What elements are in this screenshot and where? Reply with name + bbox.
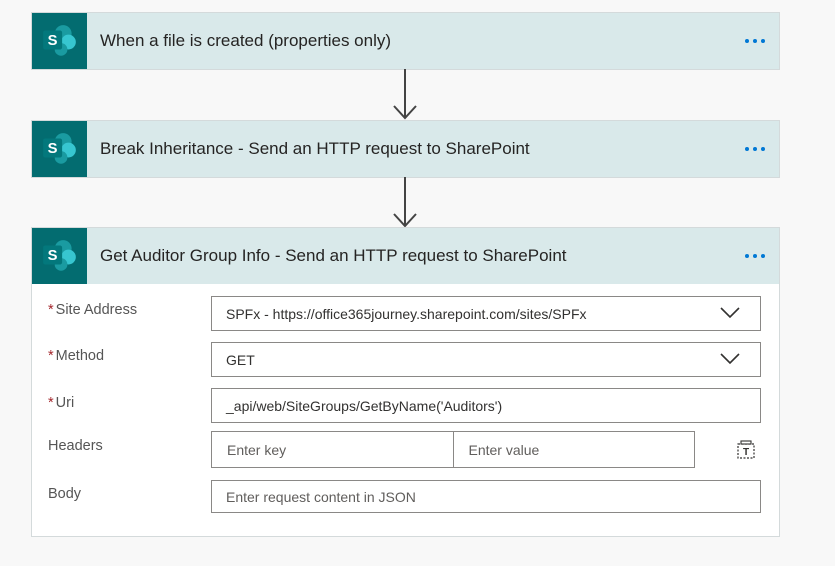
step-title: Get Auditor Group Info - Send an HTTP re… <box>100 246 567 265</box>
switch-to-text-mode-icon[interactable]: T <box>736 439 758 461</box>
more-options-icon[interactable] <box>743 141 767 157</box>
method-dropdown[interactable]: GET <box>211 342 761 377</box>
required-marker: * <box>48 348 54 364</box>
more-options-icon[interactable] <box>743 248 767 264</box>
sharepoint-icon <box>32 228 87 284</box>
down-arrow-icon <box>393 177 417 228</box>
flow-step-trigger[interactable]: When a file is created (properties only) <box>31 12 780 70</box>
header-key-input[interactable]: Enter key <box>212 432 453 467</box>
step-body: * Site Address SPFx - https://office365jo… <box>32 284 779 536</box>
sharepoint-icon <box>32 13 87 69</box>
sharepoint-icon <box>32 121 87 177</box>
chevron-down-icon[interactable] <box>720 353 740 365</box>
down-arrow-icon <box>393 69 417 120</box>
step-header[interactable]: When a file is created (properties only) <box>32 13 779 69</box>
body-placeholder: Enter request content in JSON <box>226 488 416 505</box>
site-address-dropdown[interactable]: SPFx - https://office365journey.sharepoi… <box>211 296 761 331</box>
chevron-down-icon[interactable] <box>720 307 740 319</box>
step-title: Break Inheritance - Send an HTTP request… <box>100 139 530 158</box>
header-value-input[interactable]: Enter value <box>452 432 695 467</box>
body-input[interactable]: Enter request content in JSON <box>211 480 761 513</box>
uri-value: _api/web/SiteGroups/GetByName('Auditors'… <box>226 397 503 414</box>
svg-text:T: T <box>743 447 749 458</box>
step-header[interactable]: Get Auditor Group Info - Send an HTTP re… <box>32 228 779 284</box>
required-marker: * <box>48 395 54 411</box>
required-marker: * <box>48 302 54 318</box>
flow-step-break-inheritance[interactable]: Break Inheritance - Send an HTTP request… <box>31 120 780 178</box>
site-address-value: SPFx - https://office365journey.sharepoi… <box>226 305 587 322</box>
step-header[interactable]: Break Inheritance - Send an HTTP request… <box>32 121 779 177</box>
flow-step-get-auditor-group: Get Auditor Group Info - Send an HTTP re… <box>31 227 780 537</box>
body-label: Body <box>48 486 82 502</box>
headers-label: Headers <box>48 438 103 454</box>
step-title: When a file is created (properties only) <box>100 31 392 50</box>
more-options-icon[interactable] <box>743 33 767 49</box>
uri-input[interactable]: _api/web/SiteGroups/GetByName('Auditors'… <box>211 388 761 423</box>
site-address-label: * Site Address <box>48 302 138 318</box>
headers-key-value: Enter key Enter value <box>211 431 695 468</box>
method-value: GET <box>226 351 255 368</box>
method-label: * Method <box>48 348 105 364</box>
uri-label: * Uri <box>48 395 75 411</box>
